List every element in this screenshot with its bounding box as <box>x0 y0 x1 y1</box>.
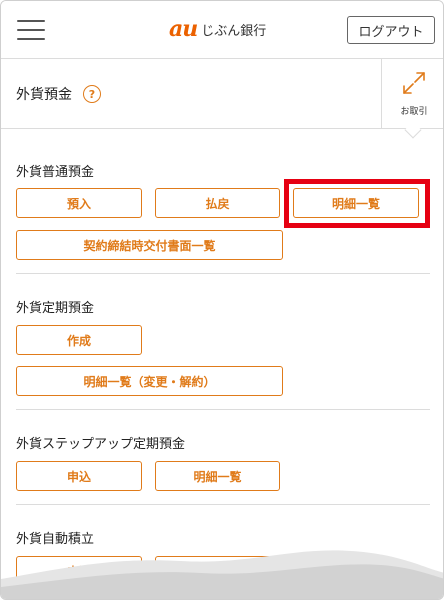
withdraw-button[interactable]: 払戻 <box>155 188 280 218</box>
section-divider <box>16 273 430 274</box>
help-icon[interactable]: ? <box>83 85 101 103</box>
swap-arrows-icon <box>403 72 425 94</box>
header: au じぶん銀行 ログアウト <box>1 1 443 59</box>
brand-logo[interactable]: au じぶん銀行 <box>169 16 267 42</box>
trade-label: お取引 <box>400 107 428 117</box>
section-title-ordinary-deposit: 外貨普通預金 <box>16 165 95 180</box>
stepup-statement-button[interactable]: 明細一覧 <box>155 461 280 491</box>
page-fade-wave <box>1 550 443 599</box>
app-frame: au じぶん銀行 ログアウト 外貨預金 ? お取引 外貨普通預金 預入 払戻 明… <box>0 0 444 600</box>
trade-menu-button[interactable]: お取引 <box>381 59 443 139</box>
logout-button[interactable]: ログアウト <box>347 16 435 44</box>
page-title-row: 外貨預金 ? お取引 <box>1 59 443 139</box>
section-title-stepup-deposit: 外貨ステップアップ定期預金 <box>16 437 186 452</box>
section-divider <box>16 504 430 505</box>
logo-text: じぶん銀行 <box>201 23 267 39</box>
contract-documents-button[interactable]: 契約締結時交付書面一覧 <box>16 230 283 260</box>
deposit-button[interactable]: 預入 <box>16 188 142 218</box>
highlight-box <box>284 179 430 228</box>
hamburger-menu-icon[interactable] <box>17 18 45 42</box>
section-title-time-deposit: 外貨定期預金 <box>16 301 95 316</box>
stepup-apply-button[interactable]: 申込 <box>16 461 142 491</box>
logo-mark: au <box>169 16 198 42</box>
time-deposit-statement-button[interactable]: 明細一覧（変更・解約） <box>16 366 283 396</box>
create-button[interactable]: 作成 <box>16 325 142 355</box>
page-title: 外貨預金 <box>16 87 72 103</box>
section-divider <box>16 409 430 410</box>
trade-pointer <box>404 121 422 139</box>
